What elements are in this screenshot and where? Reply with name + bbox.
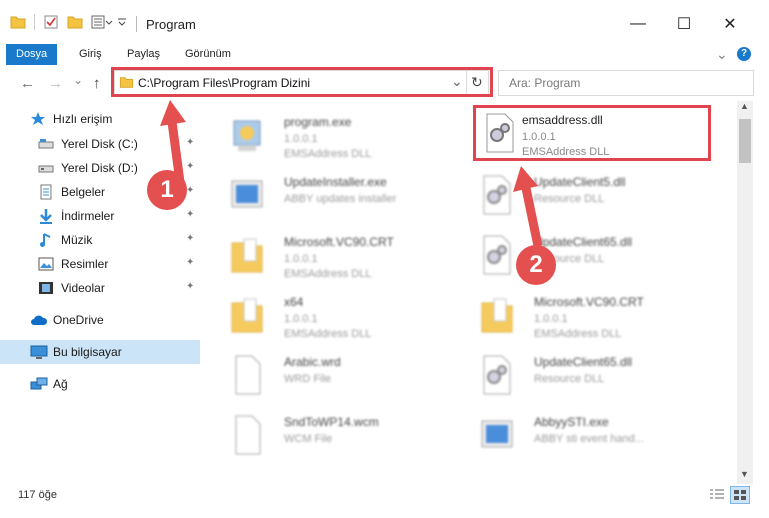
step-badge-2: 2 — [516, 245, 556, 285]
annotation-arrows — [160, 100, 543, 247]
step-badge-1: 1 — [147, 170, 187, 210]
